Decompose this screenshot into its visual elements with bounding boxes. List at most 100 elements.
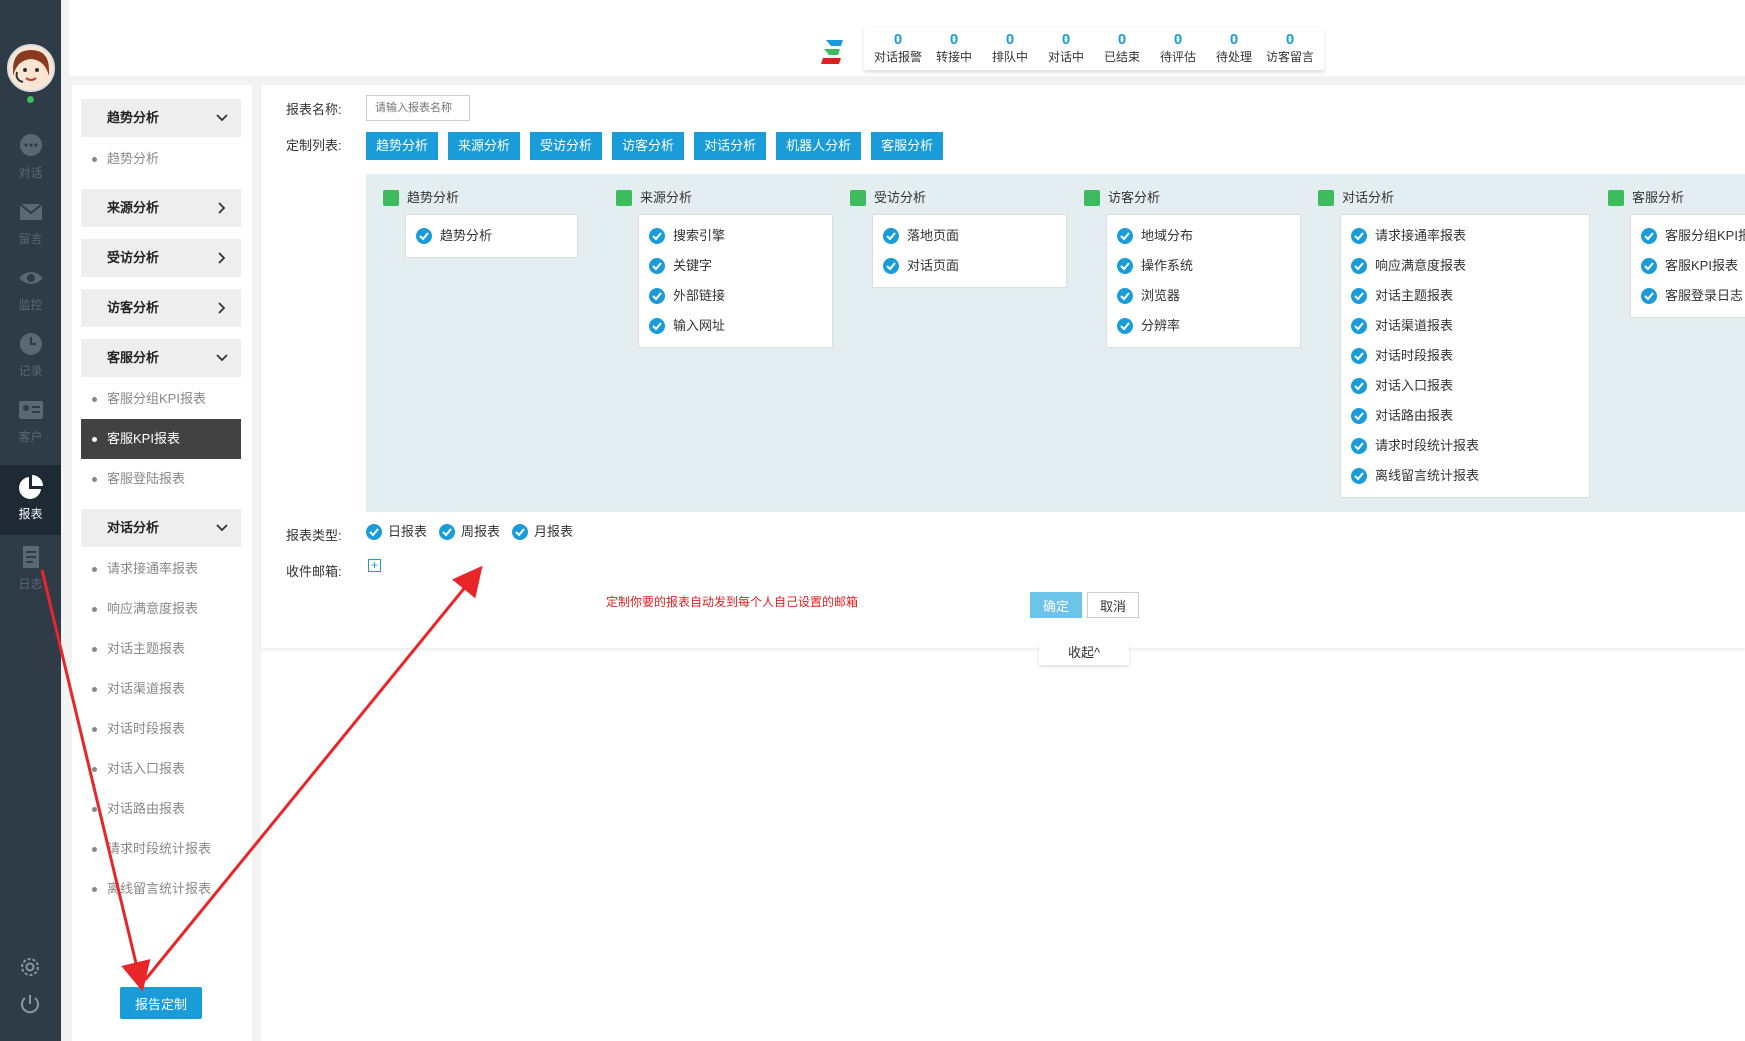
option-item[interactable]: 客服分组KPI报: [1631, 221, 1745, 251]
confirm-button[interactable]: 确定: [1030, 592, 1082, 618]
chevron-right-icon: [218, 202, 226, 214]
item-dialog-satisfaction[interactable]: 响应满意度报表: [81, 589, 241, 629]
option-item[interactable]: 浏览器: [1107, 281, 1300, 311]
column-checkbox[interactable]: 趋势分析: [383, 189, 578, 209]
stat-ended[interactable]: 0 已结束: [1094, 28, 1150, 70]
option-item[interactable]: 对话入口报表: [1341, 371, 1589, 401]
chevron-down-icon: [216, 524, 228, 532]
group-trend[interactable]: 趋势分析: [81, 99, 241, 137]
item-dialog-connect-rate[interactable]: 请求接通率报表: [81, 549, 241, 589]
tab-visitor[interactable]: 访客分析: [612, 132, 685, 160]
option-item[interactable]: 对话页面: [873, 251, 1066, 281]
rail-customers[interactable]: 客户: [0, 388, 61, 454]
check-circle-icon: [1117, 258, 1133, 274]
item-agent-login[interactable]: 客服登陆报表: [81, 459, 241, 499]
check-circle-icon: [1351, 228, 1367, 244]
option-item[interactable]: 外部链接: [639, 281, 832, 311]
check-circle-icon: [1351, 438, 1367, 454]
column-checkbox[interactable]: 受访分析: [850, 189, 1067, 209]
stat-chatting[interactable]: 0 对话中: [1038, 28, 1094, 70]
agent-avatar[interactable]: [7, 44, 55, 92]
group-visited[interactable]: 受访分析: [81, 239, 241, 277]
add-email-plus-icon[interactable]: +: [368, 559, 381, 572]
power-icon[interactable]: [18, 992, 42, 1016]
column-checkbox[interactable]: 对话分析: [1318, 189, 1590, 209]
top-bar: 0 对话报警 0 转接中 0 排队中 0 对话中 0 已结束 0 待评估 0 待处理 0 访客留…: [69, 0, 1745, 76]
column-checkbox[interactable]: 访客分析: [1084, 189, 1301, 209]
stat-transferring[interactable]: 0 转接中: [926, 28, 982, 70]
option-item[interactable]: 对话时段报表: [1341, 341, 1589, 371]
option-item[interactable]: 对话路由报表: [1341, 401, 1589, 431]
rail-logs[interactable]: 日志: [0, 535, 61, 601]
type-daily[interactable]: 日报表: [366, 522, 427, 542]
settings-gear-icon[interactable]: [18, 955, 42, 979]
tab-trend[interactable]: 趋势分析: [366, 132, 439, 160]
column-checkbox[interactable]: 客服分析: [1608, 189, 1745, 209]
tab-visited[interactable]: 受访分析: [530, 132, 603, 160]
rail-reports[interactable]: 报表: [0, 465, 61, 535]
check-circle-icon: [366, 524, 382, 540]
tab-agent[interactable]: 客服分析: [871, 132, 944, 160]
tab-dialog[interactable]: 对话分析: [694, 132, 767, 160]
check-circle-icon: [1641, 258, 1657, 274]
report-name-input[interactable]: [366, 95, 470, 121]
item-dialog-timeslot[interactable]: 对话时段报表: [81, 709, 241, 749]
check-circle-icon: [512, 524, 529, 540]
type-weekly[interactable]: 周报表: [439, 522, 500, 542]
tab-source[interactable]: 来源分析: [448, 132, 521, 160]
option-item[interactable]: 对话主题报表: [1341, 281, 1589, 311]
chevron-right-icon: [218, 302, 226, 314]
check-circle-icon: [649, 288, 665, 304]
stat-visitor-messages[interactable]: 0 访客留言: [1262, 28, 1318, 70]
item-agent-group-kpi[interactable]: 客服分组KPI报表: [81, 379, 241, 419]
tab-robot[interactable]: 机器人分析: [776, 132, 862, 160]
option-item[interactable]: 地域分布: [1107, 221, 1300, 251]
group-source[interactable]: 来源分析: [81, 189, 241, 227]
item-dialog-offline-message[interactable]: 离线留言统计报表: [81, 869, 241, 909]
rail-chat[interactable]: 对话: [0, 124, 61, 190]
check-circle-icon: [1117, 318, 1133, 334]
option-item[interactable]: 离线留言统计报表: [1341, 461, 1589, 491]
stat-to-process[interactable]: 0 待处理: [1206, 28, 1262, 70]
column-checkbox[interactable]: 来源分析: [616, 189, 833, 209]
rail-records[interactable]: 记录: [0, 322, 61, 388]
item-dialog-topic[interactable]: 对话主题报表: [81, 629, 241, 669]
collapse-toggle[interactable]: 收起^: [1039, 641, 1129, 665]
cancel-button[interactable]: 取消: [1087, 592, 1139, 618]
stat-pending-review[interactable]: 0 待评估: [1150, 28, 1206, 70]
eye-icon: [18, 272, 43, 284]
item-agent-kpi[interactable]: 客服KPI报表: [81, 419, 241, 459]
option-item[interactable]: 落地页面: [873, 221, 1066, 251]
column-options: 请求接通率报表 响应满意度报表 对话主题报表 对话渠道报表 对话时段报表 对话入…: [1340, 214, 1590, 498]
option-item[interactable]: 请求时段统计报表: [1341, 431, 1589, 461]
item-dialog-channel[interactable]: 对话渠道报表: [81, 669, 241, 709]
type-monthly[interactable]: 月报表: [512, 522, 573, 542]
option-item[interactable]: 响应满意度报表: [1341, 251, 1589, 281]
option-item[interactable]: 客服KPI报表: [1631, 251, 1745, 281]
rail-monitor[interactable]: 监控: [0, 256, 61, 322]
option-item[interactable]: 趋势分析: [406, 221, 577, 251]
report-name-label: 报表名称:: [286, 102, 342, 117]
rail-message[interactable]: 留言: [0, 190, 61, 256]
group-dialog[interactable]: 对话分析: [81, 509, 241, 547]
clock-icon: [19, 333, 42, 355]
option-item[interactable]: 分辨率: [1107, 311, 1300, 341]
item-dialog-routing[interactable]: 对话路由报表: [81, 789, 241, 829]
option-item[interactable]: 输入网址: [639, 311, 832, 341]
option-item[interactable]: 对话渠道报表: [1341, 311, 1589, 341]
stat-queued[interactable]: 0 排队中: [982, 28, 1038, 70]
group-visitor[interactable]: 访客分析: [81, 289, 241, 327]
stat-alert[interactable]: 0 对话报警: [870, 28, 926, 70]
check-circle-icon: [1641, 228, 1657, 244]
group-agent[interactable]: 客服分析: [81, 339, 241, 377]
check-circle-icon: [883, 228, 899, 244]
report-customize-button[interactable]: 报告定制: [120, 987, 202, 1019]
item-trend[interactable]: 趋势分析: [81, 139, 241, 179]
option-item[interactable]: 关键字: [639, 251, 832, 281]
option-item[interactable]: 搜索引擎: [639, 221, 832, 251]
option-item[interactable]: 请求接通率报表: [1341, 221, 1589, 251]
item-dialog-entry[interactable]: 对话入口报表: [81, 749, 241, 789]
option-item[interactable]: 操作系统: [1107, 251, 1300, 281]
item-dialog-request-timeslot[interactable]: 请求时段统计报表: [81, 829, 241, 869]
option-item[interactable]: 客服登录日志: [1631, 281, 1745, 311]
